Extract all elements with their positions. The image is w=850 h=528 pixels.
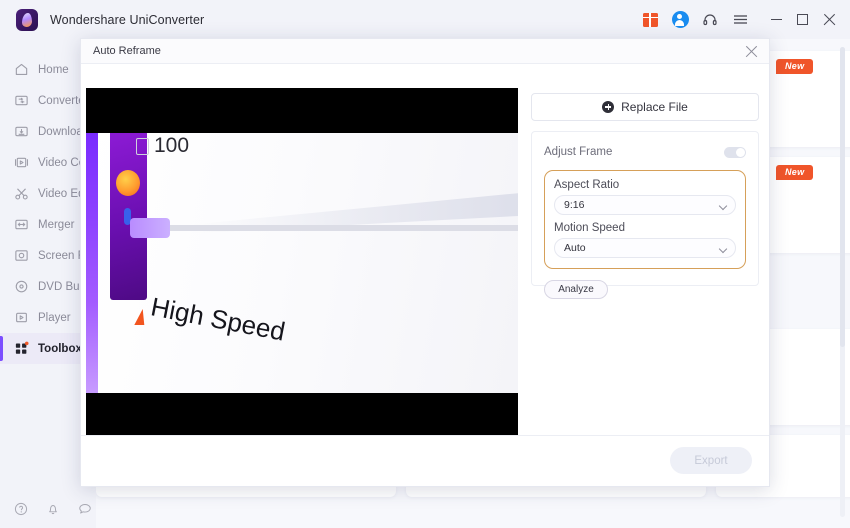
dialog-footer: Export bbox=[81, 435, 769, 486]
help-icon[interactable] bbox=[14, 502, 28, 516]
converter-icon bbox=[15, 95, 28, 106]
sidebar-item-label: Player bbox=[38, 311, 71, 324]
video-graphic-blob bbox=[116, 170, 140, 196]
video-frame: 100 High Speed bbox=[86, 133, 518, 393]
window-controls bbox=[771, 13, 836, 26]
dialog-header: Auto Reframe bbox=[81, 39, 769, 64]
toolbox-icon bbox=[15, 341, 29, 354]
download-icon bbox=[15, 126, 28, 137]
account-avatar-icon[interactable] bbox=[671, 11, 689, 29]
home-icon bbox=[15, 63, 28, 76]
app-logo-icon bbox=[16, 8, 38, 31]
maximize-button[interactable] bbox=[797, 14, 808, 25]
notification-bell-icon[interactable] bbox=[46, 502, 60, 516]
video-beam-line bbox=[146, 225, 518, 231]
player-icon bbox=[16, 312, 27, 323]
feedback-icon[interactable] bbox=[78, 502, 92, 516]
sidebar-item-label: Merger bbox=[38, 218, 75, 231]
app-title: Wondershare UniConverter bbox=[50, 12, 205, 27]
disc-icon bbox=[15, 280, 28, 293]
video-compress-icon bbox=[14, 157, 29, 168]
motion-speed-select[interactable]: Auto bbox=[554, 238, 736, 258]
motion-speed-value: Auto bbox=[564, 242, 586, 254]
scissors-icon bbox=[15, 188, 28, 200]
scrollbar-thumb[interactable] bbox=[840, 47, 845, 347]
video-caption: High Speed bbox=[148, 291, 288, 347]
minimize-button[interactable] bbox=[771, 18, 782, 21]
merge-icon bbox=[15, 219, 28, 230]
export-label: Export bbox=[694, 454, 728, 467]
sidebar-item-label: Toolbox bbox=[38, 342, 82, 355]
video-graphic-pill bbox=[130, 218, 170, 238]
adjust-frame-toggle[interactable] bbox=[724, 146, 746, 158]
video-graphic-card bbox=[110, 133, 147, 300]
document-icon bbox=[136, 138, 149, 155]
aspect-ratio-select[interactable]: 9:16 bbox=[554, 195, 736, 215]
gift-icon[interactable] bbox=[641, 11, 659, 29]
adjust-frame-row: Adjust Frame bbox=[544, 142, 746, 162]
plus-circle-icon bbox=[602, 101, 615, 113]
close-button[interactable] bbox=[823, 13, 836, 26]
replace-file-label: Replace File bbox=[621, 100, 688, 114]
settings-panel: Replace File Adjust Frame Aspect Ratio 9… bbox=[531, 93, 759, 299]
dialog-body: 100 High Speed Replace File Adjust Frame… bbox=[81, 64, 769, 470]
app-window: Wondershare UniConverter Home Converter … bbox=[0, 0, 850, 528]
badge-new: New bbox=[776, 165, 814, 180]
close-icon[interactable] bbox=[745, 45, 758, 58]
export-button[interactable]: Export bbox=[670, 447, 752, 474]
analyze-button[interactable]: Analyze bbox=[544, 280, 608, 299]
aspect-ratio-value: 9:16 bbox=[564, 199, 585, 211]
title-bar: Wondershare UniConverter bbox=[0, 0, 850, 39]
aspect-ratio-label: Aspect Ratio bbox=[554, 179, 620, 191]
adjust-frame-label: Adjust Frame bbox=[544, 146, 613, 158]
screen-record-icon bbox=[15, 250, 28, 261]
menu-hamburger-icon[interactable] bbox=[731, 11, 749, 29]
support-headset-icon[interactable] bbox=[701, 11, 719, 29]
sidebar-item-label: Home bbox=[38, 63, 69, 76]
video-preview[interactable]: 100 High Speed bbox=[86, 88, 518, 439]
replace-file-button[interactable]: Replace File bbox=[531, 93, 759, 121]
chevron-down-icon bbox=[718, 244, 728, 254]
reframe-options-highlight: Aspect Ratio 9:16 Motion Speed Auto bbox=[544, 170, 746, 269]
title-bar-actions bbox=[641, 11, 850, 29]
chevron-down-icon bbox=[718, 201, 728, 211]
dialog-title: Auto Reframe bbox=[93, 45, 161, 57]
auto-reframe-dialog: Auto Reframe 100 High Speed Replace File… bbox=[80, 38, 770, 487]
video-left-gradient bbox=[86, 133, 98, 393]
analyze-label: Analyze bbox=[558, 284, 594, 295]
badge-new: New bbox=[776, 59, 814, 74]
motion-speed-label: Motion Speed bbox=[554, 222, 625, 234]
lightning-bolt-icon bbox=[134, 309, 148, 325]
sidebar-bottom-icons bbox=[14, 502, 92, 516]
video-overlay-number: 100 bbox=[154, 134, 190, 157]
adjust-frame-card: Adjust Frame Aspect Ratio 9:16 Motion Sp… bbox=[531, 131, 759, 299]
